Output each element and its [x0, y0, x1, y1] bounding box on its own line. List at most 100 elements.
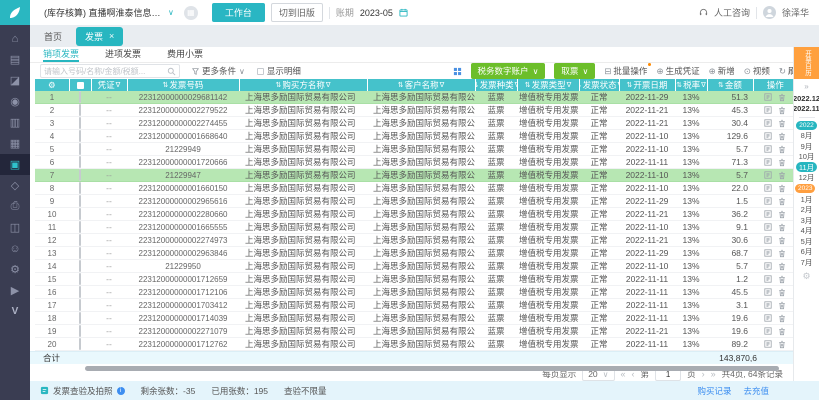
- row-checkbox[interactable]: [79, 286, 81, 298]
- column-header-购买方名称[interactable]: ⇅购买方名称∇: [239, 79, 367, 91]
- delete-op-icon[interactable]: [778, 158, 786, 167]
- month-item-8月[interactable]: 8月: [796, 131, 817, 141]
- voucher-op-icon[interactable]: [764, 249, 772, 257]
- sidebar-item-service[interactable]: ☺: [0, 238, 30, 259]
- column-header-开票日期[interactable]: ⇅开票日期: [619, 79, 675, 91]
- filter-icon[interactable]: ∇: [701, 81, 706, 89]
- month-item-1月[interactable]: 1月: [796, 194, 817, 204]
- delete-op-icon[interactable]: [778, 301, 786, 310]
- delete-op-icon[interactable]: [778, 340, 786, 349]
- voucher-op-icon[interactable]: [764, 288, 772, 296]
- close-icon[interactable]: ×: [109, 31, 114, 41]
- sidebar-item-ledger[interactable]: ▥: [0, 112, 30, 133]
- row-checkbox[interactable]: [79, 247, 81, 259]
- column-header-发票状态[interactable]: ⇅发票状态∇: [579, 79, 619, 91]
- tax-digital-account-button[interactable]: 税务数字账户 ∨: [471, 63, 546, 79]
- username[interactable]: 徐泽华: [782, 6, 809, 19]
- generate-voucher-button[interactable]: ⊕ 生成凭证: [656, 65, 699, 77]
- row-checkbox[interactable]: [79, 221, 81, 233]
- company-selector[interactable]: (库存核算) 直播啊淮泰信息技术股份...: [44, 6, 162, 19]
- month-item-9月[interactable]: 9月: [796, 141, 817, 151]
- select-all-header[interactable]: [69, 79, 91, 91]
- table-row[interactable]: 20--22312000000001712762上海思多励国际贸易有限公司上海思…: [35, 338, 797, 351]
- table-row[interactable]: 8--22312000000001660150上海思多励国际贸易有限公司上海思多…: [35, 182, 797, 195]
- voucher-op-icon[interactable]: [764, 314, 772, 322]
- row-checkbox[interactable]: [79, 260, 81, 272]
- delete-op-icon[interactable]: [778, 262, 786, 271]
- delete-op-icon[interactable]: [778, 288, 786, 297]
- sidebar-item-assets[interactable]: ▦: [0, 133, 30, 154]
- table-row[interactable]: 17--22312000000001703412上海思多励国际贸易有限公司上海思…: [35, 299, 797, 312]
- filter-icon[interactable]: ∇: [116, 81, 121, 89]
- delete-op-icon[interactable]: [778, 223, 786, 232]
- sidebar-item-inventory[interactable]: ◇: [0, 175, 30, 196]
- table-row[interactable]: 13--22312000000002963846上海思多励国际贸易有限公司上海思…: [35, 247, 797, 260]
- sidebar-item-video[interactable]: ▶: [0, 280, 30, 301]
- workbench-button[interactable]: 工作台: [212, 3, 265, 22]
- sort-icon[interactable]: ⇅: [475, 81, 479, 89]
- collapse-icon[interactable]: »: [804, 82, 808, 91]
- filter-icon[interactable]: ∇: [567, 81, 572, 89]
- sort-icon[interactable]: ⇅: [676, 81, 682, 89]
- row-checkbox[interactable]: [79, 91, 81, 103]
- voucher-op-icon[interactable]: [764, 340, 772, 348]
- sidebar-item-voucher[interactable]: ▤: [0, 49, 30, 70]
- month-item-7月[interactable]: 7月: [796, 257, 817, 267]
- avatar[interactable]: [763, 6, 776, 19]
- video-button[interactable]: ⊙ 视频: [744, 65, 770, 77]
- get-invoice-button[interactable]: 取票 ∨: [554, 63, 595, 79]
- row-checkbox[interactable]: [79, 273, 81, 285]
- row-checkbox[interactable]: [79, 312, 81, 324]
- column-header-税率[interactable]: ⇅税率∇: [675, 79, 707, 91]
- voucher-op-icon[interactable]: [764, 171, 772, 179]
- headset-icon[interactable]: [699, 8, 708, 17]
- row-checkbox[interactable]: [79, 169, 81, 181]
- table-row[interactable]: 19--22312000000002271079上海思多励国际贸易有限公司上海思…: [35, 325, 797, 338]
- show-detail-checkbox[interactable]: [257, 68, 264, 75]
- column-settings-header[interactable]: ⚙: [35, 79, 69, 91]
- month-item-6月[interactable]: 6月: [796, 247, 817, 257]
- row-checkbox[interactable]: [79, 195, 81, 207]
- row-checkbox[interactable]: [79, 234, 81, 246]
- recharge-link[interactable]: 去充值: [743, 385, 769, 397]
- row-checkbox[interactable]: [79, 104, 81, 116]
- column-header-凭证[interactable]: 凭证∇: [91, 79, 127, 91]
- table-row[interactable]: 4--22312000000001668640上海思多励国际贸易有限公司上海思多…: [35, 130, 797, 143]
- select-all-checkbox[interactable]: [77, 82, 84, 89]
- voucher-op-icon[interactable]: [764, 210, 772, 218]
- voucher-op-icon[interactable]: [764, 301, 772, 309]
- delete-op-icon[interactable]: [778, 119, 786, 128]
- delete-op-icon[interactable]: [778, 184, 786, 193]
- voucher-op-icon[interactable]: [764, 132, 772, 140]
- subtab-进项发票[interactable]: 进项发票: [105, 47, 141, 62]
- month-item-11月[interactable]: 11月: [796, 162, 817, 172]
- month-item-12月[interactable]: 12月: [796, 173, 817, 183]
- batch-operation-button[interactable]: ⊟ 批量操作: [604, 65, 647, 77]
- delete-op-icon[interactable]: [778, 106, 786, 115]
- sidebar-item-v[interactable]: V: [0, 301, 30, 322]
- table-row[interactable]: 12--22312000000002274973上海思多励国际贸易有限公司上海思…: [35, 234, 797, 247]
- sort-icon[interactable]: ⇅: [579, 81, 582, 89]
- column-header-发票种类[interactable]: ⇅发票种类∇: [475, 79, 517, 91]
- delete-op-icon[interactable]: [778, 275, 786, 284]
- calendar-tab[interactable]: 开票日历: [794, 47, 819, 79]
- voucher-op-icon[interactable]: [764, 119, 772, 127]
- subtab-费用小票[interactable]: 费用小票: [167, 47, 203, 62]
- filter-icon[interactable]: ∇: [326, 81, 331, 89]
- column-header-客户名称[interactable]: ⇅客户名称∇: [367, 79, 475, 91]
- table-row[interactable]: 9--22312000000002965616上海思多励国际贸易有限公司上海思多…: [35, 195, 797, 208]
- delete-op-icon[interactable]: [778, 93, 786, 102]
- add-button[interactable]: ⊕ 新增: [709, 65, 735, 77]
- table-row[interactable]: 15--22312000000001712659上海思多励国际贸易有限公司上海思…: [35, 273, 797, 286]
- voucher-op-icon[interactable]: [764, 223, 772, 231]
- period-item[interactable]: 2022.12: [793, 94, 819, 103]
- voucher-op-icon[interactable]: [764, 93, 772, 101]
- period-value[interactable]: 2023-05: [360, 8, 393, 18]
- voucher-op-icon[interactable]: [764, 184, 772, 192]
- scrollbar-thumb[interactable]: [85, 366, 779, 371]
- sort-icon[interactable]: ⇅: [718, 81, 724, 89]
- month-item-5月[interactable]: 5月: [796, 236, 817, 246]
- subtab-销项发票[interactable]: 销项发票: [43, 47, 79, 62]
- voucher-op-icon[interactable]: [764, 158, 772, 166]
- table-row[interactable]: 14--21229950上海思多励国际贸易有限公司上海思多励国际贸易有限公司蓝票…: [35, 260, 797, 273]
